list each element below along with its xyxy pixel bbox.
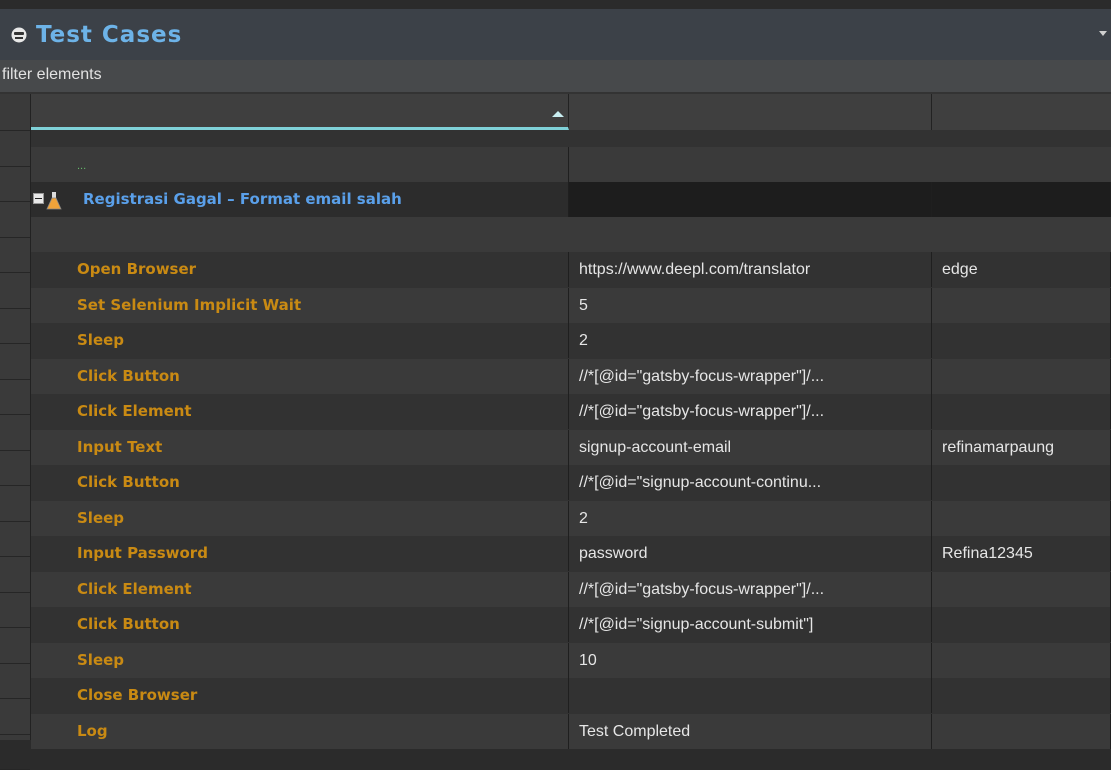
test-case-grid: ... Registrasi Gagal – Format email sala… <box>0 94 1111 770</box>
keyword-cell: Close Browser <box>31 678 569 713</box>
keyword-label: Click Button <box>77 366 180 385</box>
keyword-cell: Click Button <box>31 465 569 500</box>
arg2-cell[interactable] <box>932 607 1111 642</box>
arg2-cell[interactable] <box>932 713 1111 749</box>
arg1-cell[interactable]: Test Completed <box>569 713 932 749</box>
keyword-label: Input Password <box>77 544 208 562</box>
keyword-label: Input Text <box>77 437 163 456</box>
keyword-cell: Sleep <box>31 323 569 358</box>
step-row[interactable]: Sleep 10 <box>31 642 1111 678</box>
filter-bar <box>0 60 1111 94</box>
collapse-icon[interactable] <box>33 193 44 204</box>
arg1-cell[interactable]: //*[@id="gatsby-focus-wrapper"]/... <box>569 571 932 607</box>
keyword-cell: Open Browser <box>31 252 569 287</box>
filter-input[interactable] <box>0 60 1102 90</box>
arg1-cell[interactable] <box>569 678 932 713</box>
row-header-column <box>0 94 31 770</box>
arg1-cell[interactable]: 5 <box>569 287 932 323</box>
keyword-cell: Sleep <box>31 500 569 536</box>
step-row[interactable]: Sleep 2 <box>31 500 1111 536</box>
arg1-cell[interactable]: //*[@id="signup-account-submit"] <box>569 607 932 642</box>
step-row[interactable]: Input Password password Refina12345 <box>31 536 1111 571</box>
step-row[interactable]: Click Button //*[@id="signup-account-subm… <box>31 607 1111 642</box>
column-header-name[interactable] <box>31 94 569 130</box>
name-cell: Registrasi Gagal – Format email salah <box>31 182 569 217</box>
keyword-cell: Input Text <box>31 429 569 465</box>
robot-icon <box>10 26 28 44</box>
arg1-cell[interactable]: https://www.deepl.com/translator <box>569 252 932 287</box>
ellipsis-text: ... <box>77 160 87 172</box>
step-row[interactable]: Click Element //*[@id="gatsby-focus-wrapp… <box>31 571 1111 607</box>
arg2-cell[interactable]: refinamarpaung <box>932 429 1111 465</box>
arg2-cell[interactable] <box>932 323 1111 358</box>
arg1-cell[interactable]: 2 <box>569 500 932 536</box>
step-row[interactable]: Click Button //*[@id="gatsby-focus-wrappe… <box>31 358 1111 394</box>
arg2-cell[interactable] <box>932 571 1111 607</box>
keyword-label: Click Button <box>77 473 180 491</box>
keyword-label: Sleep <box>77 331 125 349</box>
arg2-cell[interactable] <box>932 287 1111 323</box>
arg2-cell[interactable] <box>932 465 1111 500</box>
keyword-label: Log <box>77 721 108 740</box>
step-row[interactable]: Sleep 2 <box>31 323 1111 358</box>
column-header-arg1[interactable] <box>569 94 932 130</box>
keyword-cell: Sleep <box>31 642 569 678</box>
keyword-cell: Log <box>31 713 569 749</box>
sort-ascending-icon <box>552 111 564 117</box>
keyword-label: Click Element <box>77 579 192 598</box>
column-header-arg2[interactable] <box>932 94 1111 130</box>
keyword-cell: Click Element <box>31 394 569 429</box>
step-row[interactable]: Click Element //*[@id="gatsby-focus-wrapp… <box>31 394 1111 429</box>
arg2-cell[interactable] <box>932 678 1111 713</box>
panel-title: Test Cases <box>36 21 183 48</box>
step-row[interactable]: Set Selenium Implicit Wait 5 <box>31 287 1111 323</box>
arg1-cell[interactable]: //*[@id="signup-account-continu... <box>569 465 932 500</box>
keyword-label: Open Browser <box>77 260 197 278</box>
keyword-label: Sleep <box>77 650 125 669</box>
arg2-cell[interactable] <box>932 642 1111 678</box>
arg1-cell[interactable]: 10 <box>569 642 932 678</box>
arg2-cell[interactable]: edge <box>932 252 1111 287</box>
arg1-cell[interactable]: 2 <box>569 323 932 358</box>
keyword-label: Close Browser <box>77 686 198 704</box>
keyword-label: Click Button <box>77 615 180 633</box>
arg2-cell[interactable] <box>932 394 1111 429</box>
tree-row-test-case[interactable]: Registrasi Gagal – Format email salah <box>31 182 1111 217</box>
arg2-cell[interactable] <box>932 358 1111 394</box>
keyword-cell: Click Element <box>31 571 569 607</box>
panel-titlebar: Test Cases <box>0 9 1111 60</box>
test-case-title: Registrasi Gagal – Format email salah <box>83 190 402 208</box>
tree-row-ellipsis[interactable]: ... <box>31 147 1111 182</box>
arg1-cell[interactable]: signup-account-email <box>569 429 932 465</box>
arg1-cell[interactable]: //*[@id="gatsby-focus-wrapper"]/... <box>569 394 932 429</box>
arg2-cell[interactable]: Refina12345 <box>932 536 1111 571</box>
arg1-cell[interactable]: password <box>569 536 932 571</box>
arg1-cell <box>569 182 932 217</box>
arg2-cell <box>932 182 1111 217</box>
keyword-label: Set Selenium Implicit Wait <box>77 295 302 314</box>
keyword-cell: Click Button <box>31 607 569 642</box>
step-row[interactable]: Close Browser <box>31 678 1111 713</box>
keyword-label: Click Element <box>77 402 192 420</box>
keyword-cell: Input Password <box>31 536 569 571</box>
arg1-cell[interactable]: //*[@id="gatsby-focus-wrapper"]/... <box>569 358 932 394</box>
flask-icon <box>46 189 62 210</box>
keyword-cell: Set Selenium Implicit Wait <box>31 287 569 323</box>
step-row[interactable]: Click Button //*[@id="signup-account-cont… <box>31 465 1111 500</box>
step-row[interactable]: Log Test Completed <box>31 713 1111 749</box>
chevron-down-icon[interactable] <box>1099 31 1107 36</box>
tree-row-blank[interactable] <box>31 217 1111 252</box>
step-row[interactable]: Input Text signup-account-email refinamarp… <box>31 429 1111 465</box>
name-cell: ... <box>31 147 569 182</box>
step-row[interactable]: Open Browser https://www.deepl.com/transl… <box>31 252 1111 287</box>
keyword-cell: Click Button <box>31 358 569 394</box>
keyword-label: Sleep <box>77 508 125 527</box>
arg2-cell[interactable] <box>932 500 1111 536</box>
